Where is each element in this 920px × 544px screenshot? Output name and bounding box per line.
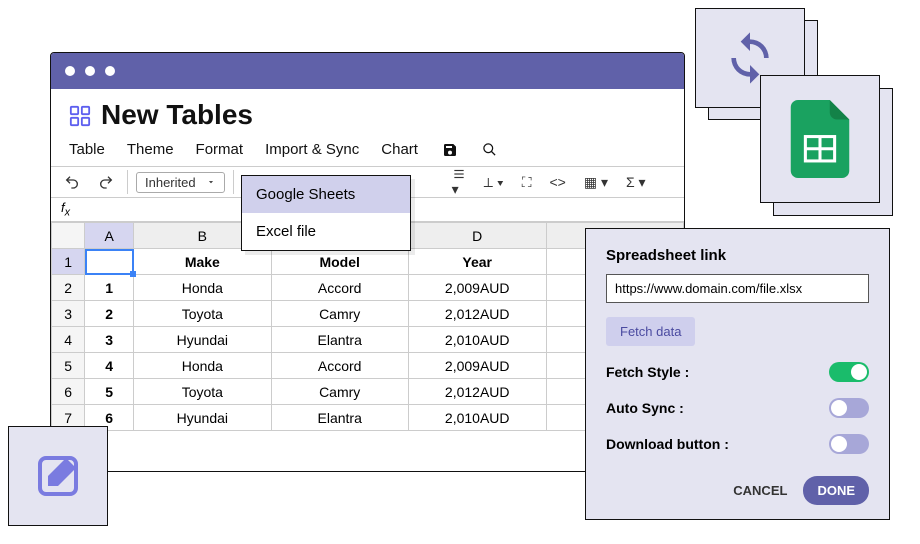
menu-theme[interactable]: Theme	[127, 141, 174, 158]
vertical-align-icon[interactable]: ⟂ ▾	[479, 174, 509, 191]
menu-chart[interactable]: Chart	[381, 141, 418, 158]
cell[interactable]: Make	[134, 249, 271, 275]
sigma-icon[interactable]: Σ ▾	[621, 174, 651, 191]
cell[interactable]	[85, 249, 134, 275]
page-title: New Tables	[101, 99, 253, 131]
menu-import[interactable]: Import & Sync	[265, 141, 359, 158]
code-icon[interactable]: <>	[545, 174, 571, 190]
align-icon[interactable]: ▾	[447, 167, 471, 198]
col-header-a[interactable]: A	[85, 223, 134, 249]
window-dot	[85, 66, 95, 76]
edit-tile-icon	[8, 426, 108, 526]
chevron-down-icon	[206, 177, 216, 187]
download-toggle[interactable]	[829, 434, 869, 454]
auto-sync-label: Auto Sync :	[606, 400, 684, 416]
fetch-style-label: Fetch Style :	[606, 364, 689, 380]
search-icon[interactable]	[482, 142, 497, 157]
spreadsheet-url-input[interactable]	[606, 274, 869, 303]
import-dropdown: Google Sheets Excel file	[241, 175, 411, 251]
sheets-tile-icon	[760, 75, 880, 203]
fx-label: fx	[61, 200, 70, 219]
redo-icon[interactable]	[93, 174, 119, 190]
cell[interactable]: Year	[408, 249, 546, 275]
cancel-button[interactable]: CANCEL	[733, 483, 787, 498]
dropdown-item-google-sheets[interactable]: Google Sheets	[242, 176, 410, 213]
fetch-data-button[interactable]: Fetch data	[606, 317, 695, 346]
menu-table[interactable]: Table	[69, 141, 105, 158]
font-family-select[interactable]: Inherited	[136, 172, 225, 193]
panel-title: Spreadsheet link	[606, 247, 869, 264]
app-logo-icon	[69, 105, 91, 127]
window-dot	[65, 66, 75, 76]
window-dot	[105, 66, 115, 76]
fullscreen-icon[interactable]: ⛶	[517, 174, 537, 191]
save-icon[interactable]	[442, 142, 458, 158]
fetch-style-toggle[interactable]	[829, 362, 869, 382]
titlebar	[51, 53, 684, 89]
font-family-value: Inherited	[145, 175, 196, 190]
dropdown-item-excel-file[interactable]: Excel file	[242, 213, 410, 250]
menu-format[interactable]: Format	[196, 141, 244, 158]
undo-icon[interactable]	[59, 174, 85, 190]
cell[interactable]: Model	[271, 249, 408, 275]
auto-sync-toggle[interactable]	[829, 398, 869, 418]
done-button[interactable]: DONE	[803, 476, 869, 505]
download-button-label: Download button :	[606, 436, 729, 452]
borders-icon[interactable]: ▦ ▾	[579, 174, 613, 191]
menubar: Table Theme Format Import & Sync Chart	[51, 137, 684, 166]
spreadsheet-link-panel: Spreadsheet link Fetch data Fetch Style …	[585, 228, 890, 520]
col-header-d[interactable]: D	[408, 223, 546, 249]
